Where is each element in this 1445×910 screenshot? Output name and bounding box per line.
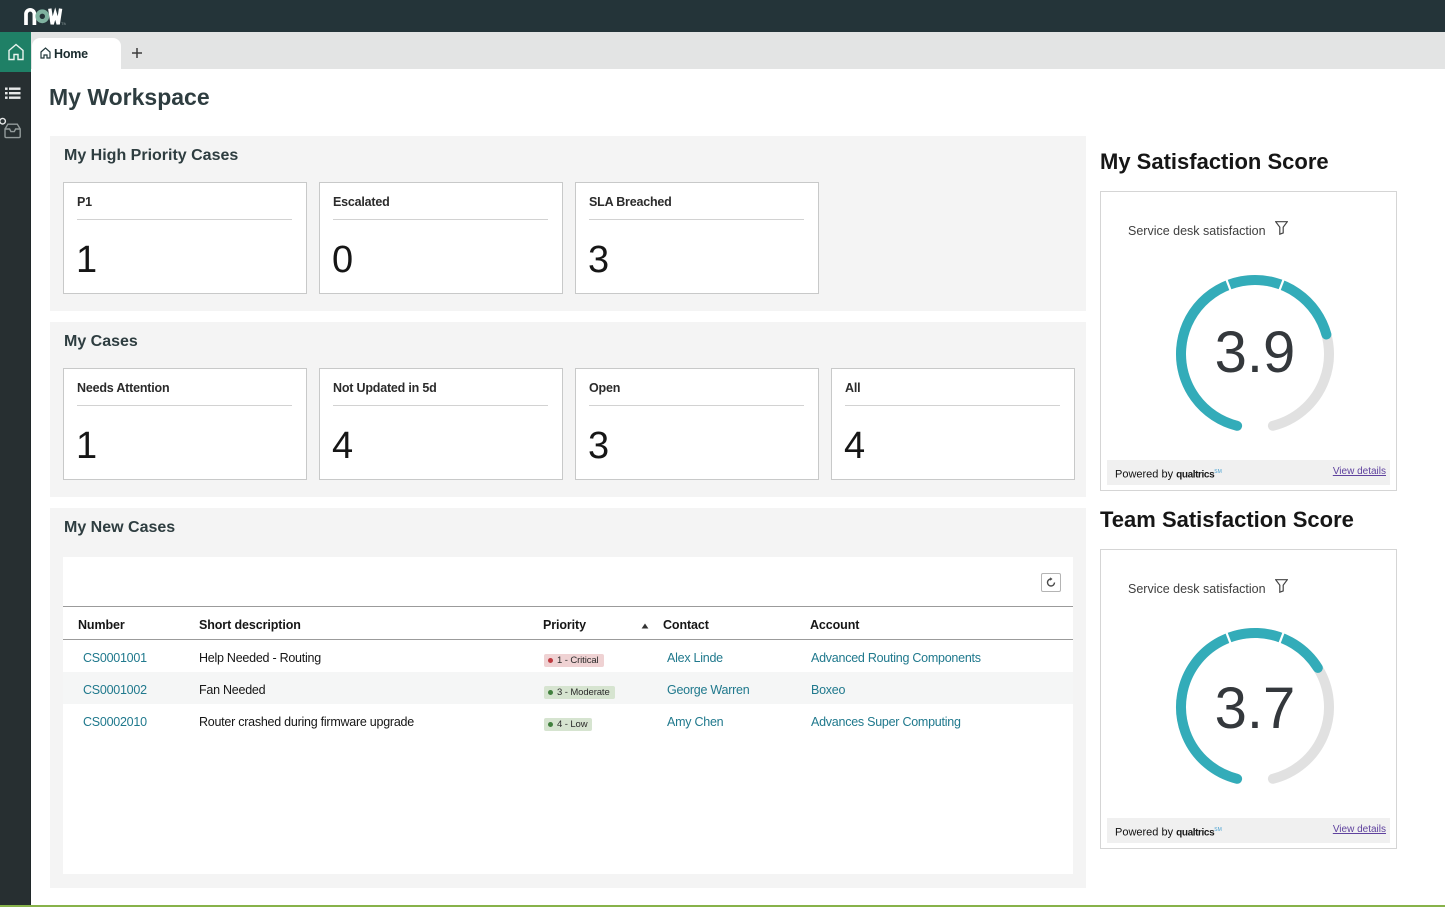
svg-text:TM: TM: [61, 21, 66, 26]
